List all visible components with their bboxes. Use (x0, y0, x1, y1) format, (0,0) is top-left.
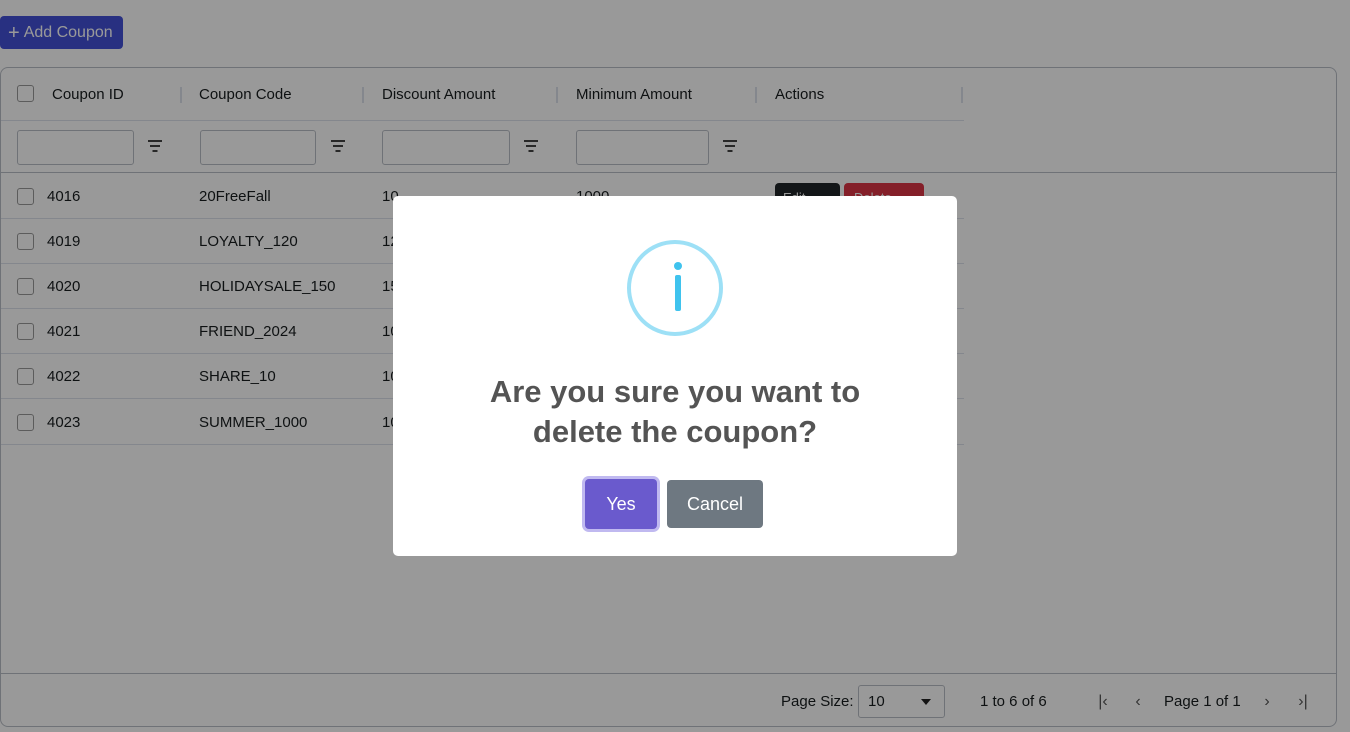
info-icon (627, 240, 723, 336)
confirm-delete-dialog: Are you sure you want to delete the coup… (393, 196, 957, 556)
yes-button[interactable]: Yes (585, 479, 657, 529)
cancel-button[interactable]: Cancel (667, 480, 763, 528)
dialog-title: Are you sure you want to delete the coup… (489, 374, 861, 449)
